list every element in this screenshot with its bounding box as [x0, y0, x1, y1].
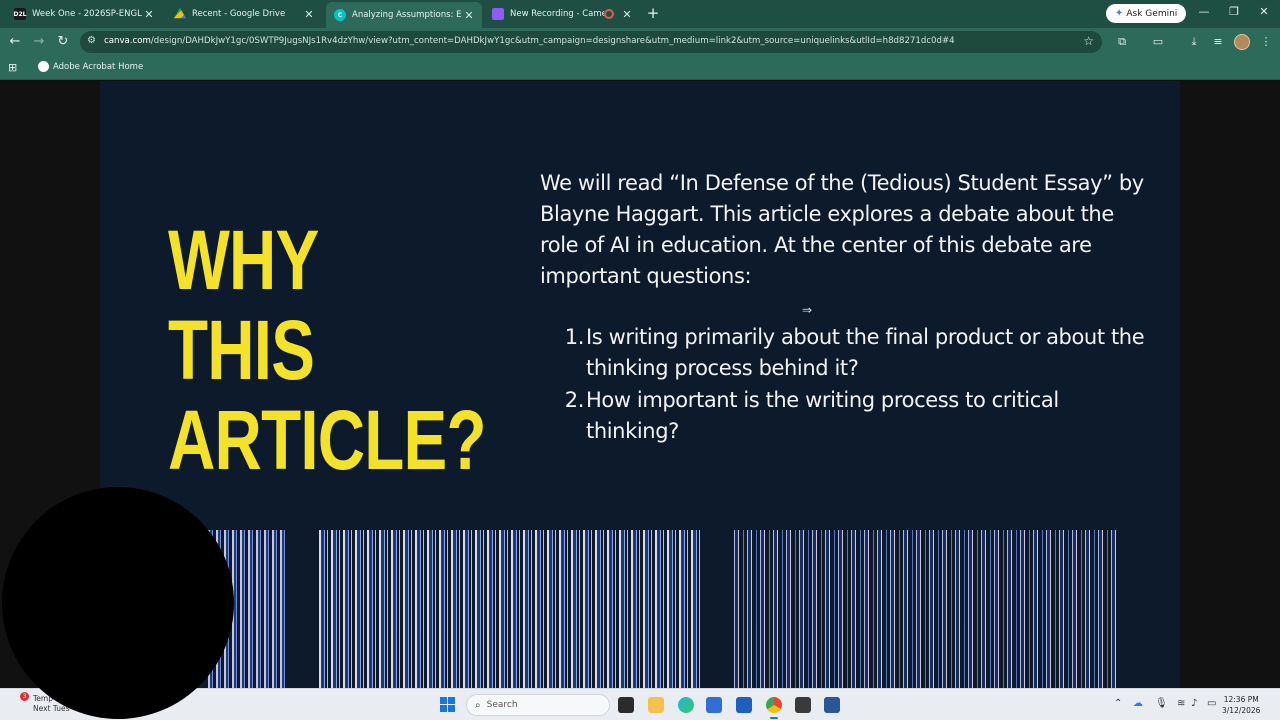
new-tab-button[interactable]: +: [644, 4, 662, 22]
onedrive-icon[interactable]: ☁: [1133, 698, 1143, 709]
reload-icon[interactable]: ↻: [54, 34, 72, 50]
slide-body-text: We will read “In Defense of the (Tedious…: [540, 171, 1144, 288]
weather-badge: 3: [20, 692, 29, 701]
list-number: 2.: [564, 388, 585, 412]
windows-start-icon[interactable]: [440, 697, 456, 713]
list-number: 1.: [564, 325, 585, 349]
list-item: 2. How important is the writing process …: [560, 385, 1150, 447]
google-drive-icon: [174, 8, 186, 19]
decorative-stripes: [734, 530, 1118, 688]
tab-d2l[interactable]: D2L Week One - 2026SP-ENGL-130... ✕: [6, 3, 162, 25]
clock-time: 12:36 PM: [1223, 695, 1259, 704]
edge-icon[interactable]: [678, 697, 694, 713]
mouse-cursor-icon: ⇒: [802, 303, 813, 317]
extensions-icon[interactable]: ⧉: [1114, 35, 1130, 49]
camera-icon: [492, 8, 504, 20]
volume-icon[interactable]: ♪: [1191, 698, 1197, 709]
ask-gemini-button[interactable]: ✦ Ask Gemini: [1106, 4, 1187, 23]
browser-toolbar: ← → ↻ ⚙ canva.com/design/DAHDkJwY1gc/0SW…: [0, 28, 1280, 56]
tab-canva[interactable]: C Analyzing Assumptions: Essay W... ✕: [326, 2, 482, 28]
task-view-icon[interactable]: [618, 697, 634, 713]
chrome-icon[interactable]: [766, 697, 782, 719]
forward-icon[interactable]: →: [30, 34, 48, 50]
d2l-icon: D2L: [14, 8, 27, 20]
outlook-icon[interactable]: [706, 697, 722, 713]
close-icon[interactable]: ✕: [620, 8, 634, 21]
minimize-icon[interactable]: —: [1194, 5, 1214, 18]
reading-list-icon[interactable]: ≡: [1210, 35, 1226, 48]
restore-icon[interactable]: ❐: [1224, 5, 1244, 18]
url-path: /design/DAHDkJwY1gc/0SWTP9JugsNJs1Rv4dzY…: [150, 36, 955, 46]
word-icon[interactable]: [824, 697, 840, 713]
cast-icon[interactable]: ▭: [1150, 35, 1166, 48]
adobe-acrobat-icon: [38, 61, 49, 72]
list-text: How important is the writing process to …: [586, 388, 1059, 443]
close-icon[interactable]: ✕: [302, 8, 316, 21]
site-info-icon[interactable]: ⚙: [87, 35, 96, 46]
taskbar-search[interactable]: ⌕ Search: [466, 694, 610, 716]
tab-title: Week One - 2026SP-ENGL-130...: [32, 9, 142, 19]
bookmark-star-icon[interactable]: ☆: [1083, 34, 1094, 48]
list-text: Is writing primarily about the final pro…: [586, 325, 1145, 380]
close-icon[interactable]: ✕: [142, 8, 156, 21]
browser-tab-bar: D2L Week One - 2026SP-ENGL-130... ✕ Rece…: [0, 0, 1280, 28]
bookmark-adobe-acrobat[interactable]: Adobe Acrobat Home: [38, 61, 143, 72]
question-list: 1. Is writing primarily about the final …: [560, 322, 1150, 448]
search-placeholder: Search: [486, 700, 518, 710]
download-icon[interactable]: ⤓: [1186, 35, 1202, 49]
canva-icon: C: [334, 9, 346, 21]
list-item: 1. Is writing primarily about the final …: [560, 322, 1150, 384]
headline-line-1: WHY THIS: [168, 213, 318, 397]
tray-overflow-icon[interactable]: ⌃: [1114, 698, 1122, 709]
slide-headline: WHY THIS ARTICLE?: [168, 213, 486, 487]
apps-grid-icon[interactable]: ⊞: [8, 61, 17, 74]
tab-title: Recent - Google Drive: [192, 9, 286, 19]
tab-google-drive[interactable]: Recent - Google Drive ✕: [166, 3, 322, 25]
clock-date: 3/12/2026: [1222, 706, 1261, 715]
url-domain: canva.com: [104, 36, 151, 46]
search-icon: ⌕: [475, 699, 481, 711]
microphone-icon[interactable]: 🎙: [1155, 698, 1168, 709]
bookmarks-bar: ⊞ Adobe Acrobat Home: [0, 56, 1280, 80]
tab-camera[interactable]: New Recording - Camera ✕: [484, 3, 640, 25]
tab-title: Analyzing Assumptions: Essay W...: [352, 10, 462, 20]
presentation-slide: WHY THIS ARTICLE? We will read “In Defen…: [100, 81, 1180, 688]
recording-icon: [604, 9, 614, 19]
close-icon[interactable]: ✕: [462, 9, 476, 22]
profile-avatar[interactable]: [1234, 34, 1250, 50]
gemini-spark-icon: ✦: [1115, 8, 1124, 19]
windows-taskbar: 3 Temp Next Tues ⌕ Search ⌃ ☁ 🎙 ≋ ♪ ▭ 12…: [0, 688, 1280, 720]
menu-icon[interactable]: ⋮: [1258, 35, 1274, 48]
battery-icon[interactable]: ▭: [1207, 698, 1216, 709]
wifi-icon[interactable]: ≋: [1177, 698, 1185, 709]
headline-line-2: ARTICLE?: [168, 393, 486, 487]
decorative-stripes: [319, 530, 703, 688]
address-bar[interactable]: ⚙ canva.com/design/DAHDkJwY1gc/0SWTP9Jug…: [80, 31, 1102, 53]
ask-gemini-label: Ask Gemini: [1126, 8, 1178, 19]
tab-title: New Recording - Camera: [510, 9, 604, 19]
bookmark-label: Adobe Acrobat Home: [53, 61, 144, 72]
taskbar-clock[interactable]: 12:36 PM 3/12/2026: [1222, 694, 1260, 716]
url-text[interactable]: canva.com/design/DAHDkJwY1gc/0SWTP9JugsN…: [104, 36, 1074, 46]
sticky-notes-icon[interactable]: [795, 697, 811, 713]
window-close-icon[interactable]: ✕: [1254, 5, 1274, 18]
store-icon[interactable]: [736, 697, 752, 713]
back-icon[interactable]: ←: [6, 34, 24, 50]
webcam-overlay: [2, 487, 234, 719]
file-explorer-icon[interactable]: [648, 697, 664, 713]
